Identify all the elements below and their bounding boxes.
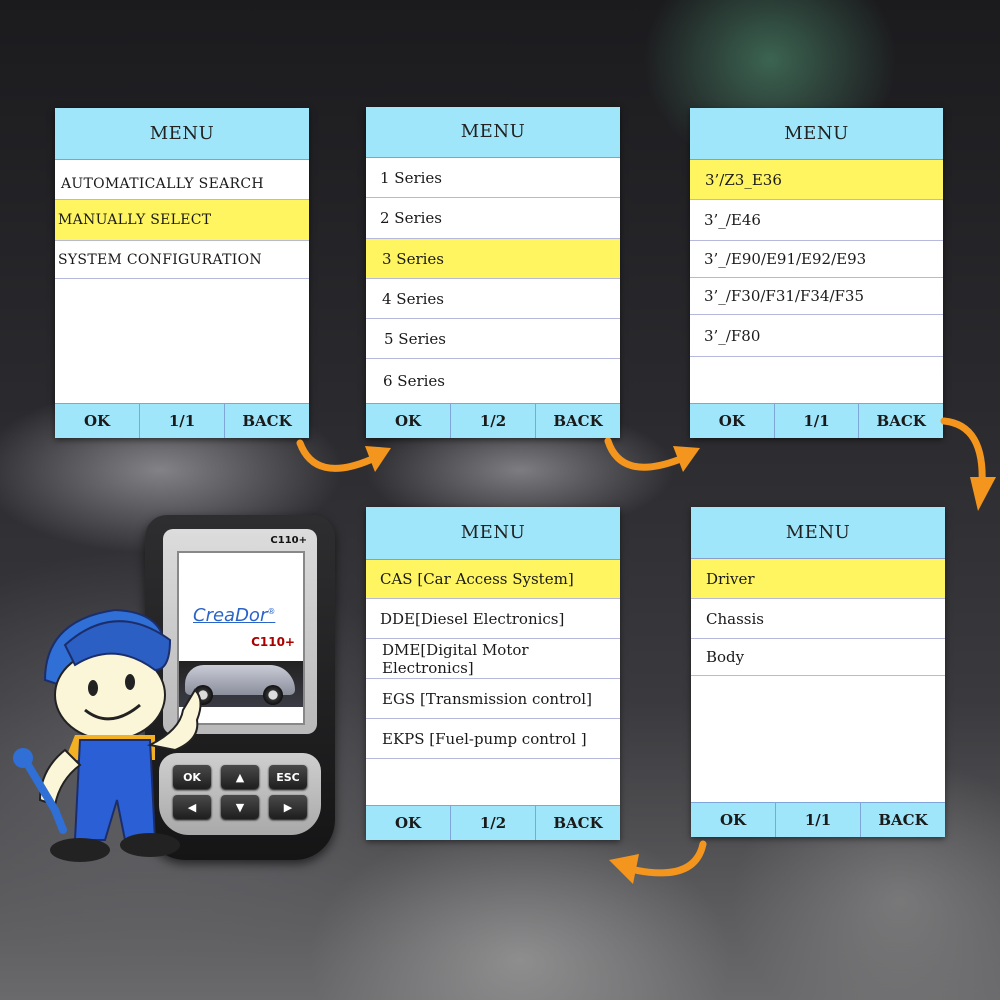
menu-item-4-series[interactable]: 4 Series: [366, 279, 620, 319]
ok-button[interactable]: OK: [366, 404, 450, 438]
screen-model-label: C110+: [251, 635, 295, 649]
back-button[interactable]: BACK: [224, 404, 309, 438]
menu-item-dme[interactable]: DME[Digital Motor Electronics]: [366, 639, 620, 679]
panel-footer: OK 1/2 BACK: [366, 403, 620, 438]
panel-title: MENU: [691, 507, 945, 559]
page-indicator: 1/2: [450, 806, 535, 840]
menu-item-system-configuration[interactable]: SYSTEM CONFIGURATION: [55, 241, 309, 279]
panel-footer: OK 1/1 BACK: [55, 403, 309, 438]
panel-title: MENU: [366, 107, 620, 158]
menu-item-f30-f35[interactable]: 3’_/F30/F31/F34/F35: [690, 278, 943, 315]
menu-item-dde[interactable]: DDE[Diesel Electronics]: [366, 599, 620, 639]
back-button[interactable]: BACK: [535, 404, 620, 438]
registered-mark: ®: [267, 607, 276, 616]
flow-arrow-3-to-5-icon: [940, 417, 996, 511]
menu-item-automatically-search[interactable]: AUTOMATICALLY SEARCH: [55, 160, 309, 200]
menu-item-z3-e36[interactable]: 3’/Z3_E36: [690, 160, 943, 200]
page-indicator: 1/1: [139, 404, 224, 438]
panel-footer: OK 1/1 BACK: [691, 802, 945, 837]
page-indicator: 1/1: [775, 803, 860, 837]
flow-arrow-1-to-2-icon: [296, 439, 391, 472]
flow-arrow-2-to-3-icon: [604, 438, 700, 472]
menu-item-manually-select[interactable]: MANUALLY SELECT: [55, 200, 309, 241]
device-esc-key[interactable]: ESC: [269, 765, 307, 789]
menu-panel-main: MENU AUTOMATICALLY SEARCH MANUALLY SELEC…: [55, 108, 309, 438]
ok-button[interactable]: OK: [55, 404, 139, 438]
menu-item-egs[interactable]: EGS [Transmission control]: [366, 679, 620, 719]
page-indicator: 1/1: [773, 404, 859, 438]
menu-item-cas[interactable]: CAS [Car Access System]: [366, 560, 620, 599]
panel-footer: OK 1/2 BACK: [366, 805, 620, 840]
menu-panel-systems: MENU CAS [Car Access System] DDE[Diesel …: [366, 507, 620, 840]
menu-item-e46[interactable]: 3’_/E46: [690, 200, 943, 241]
menu-item-e90-e93[interactable]: 3’_/E90/E91/E92/E93: [690, 241, 943, 278]
panel-footer: OK 1/1 BACK: [690, 403, 943, 438]
menu-item-2-series[interactable]: 2 Series: [366, 198, 620, 239]
menu-panel-series: MENU 1 Series 2 Series 3 Series 4 Series…: [366, 107, 620, 438]
menu-panel-model: MENU 3’/Z3_E36 3’_/E46 3’_/E90/E91/E92/E…: [690, 108, 943, 438]
back-button[interactable]: BACK: [860, 803, 945, 837]
menu-item-chassis[interactable]: Chassis: [691, 599, 945, 639]
menu-item-f80[interactable]: 3’_/F80: [690, 315, 943, 357]
device-down-key[interactable]: ▼: [221, 795, 259, 819]
panel-title: MENU: [366, 507, 620, 560]
car-wheel-icon: [263, 685, 283, 705]
back-button[interactable]: BACK: [858, 404, 943, 438]
menu-item-6-series[interactable]: 6 Series: [366, 359, 620, 403]
menu-item-ekps[interactable]: EKPS [Fuel-pump control ]: [366, 719, 620, 759]
menu-panel-category: MENU Driver Chassis Body OK 1/1 BACK: [691, 507, 945, 837]
ok-button[interactable]: OK: [690, 404, 774, 438]
ok-button[interactable]: OK: [691, 803, 775, 837]
device-model-label: C110+: [270, 535, 307, 546]
device-up-key[interactable]: ▲: [221, 765, 259, 789]
page-indicator: 1/2: [450, 404, 535, 438]
mechanic-mascot-icon: [13, 608, 202, 862]
menu-item-3-series[interactable]: 3 Series: [366, 239, 620, 279]
ok-button[interactable]: OK: [366, 806, 450, 840]
menu-item-1-series[interactable]: 1 Series: [366, 158, 620, 198]
menu-item-driver[interactable]: Driver: [691, 559, 945, 599]
flow-arrow-5-to-4-icon: [609, 840, 707, 884]
device-right-key[interactable]: ▶: [269, 795, 307, 819]
panel-title: MENU: [690, 108, 943, 160]
back-button[interactable]: BACK: [535, 806, 620, 840]
menu-item-body[interactable]: Body: [691, 639, 945, 676]
panel-title: MENU: [55, 108, 309, 160]
menu-item-5-series[interactable]: 5 Series: [366, 319, 620, 359]
